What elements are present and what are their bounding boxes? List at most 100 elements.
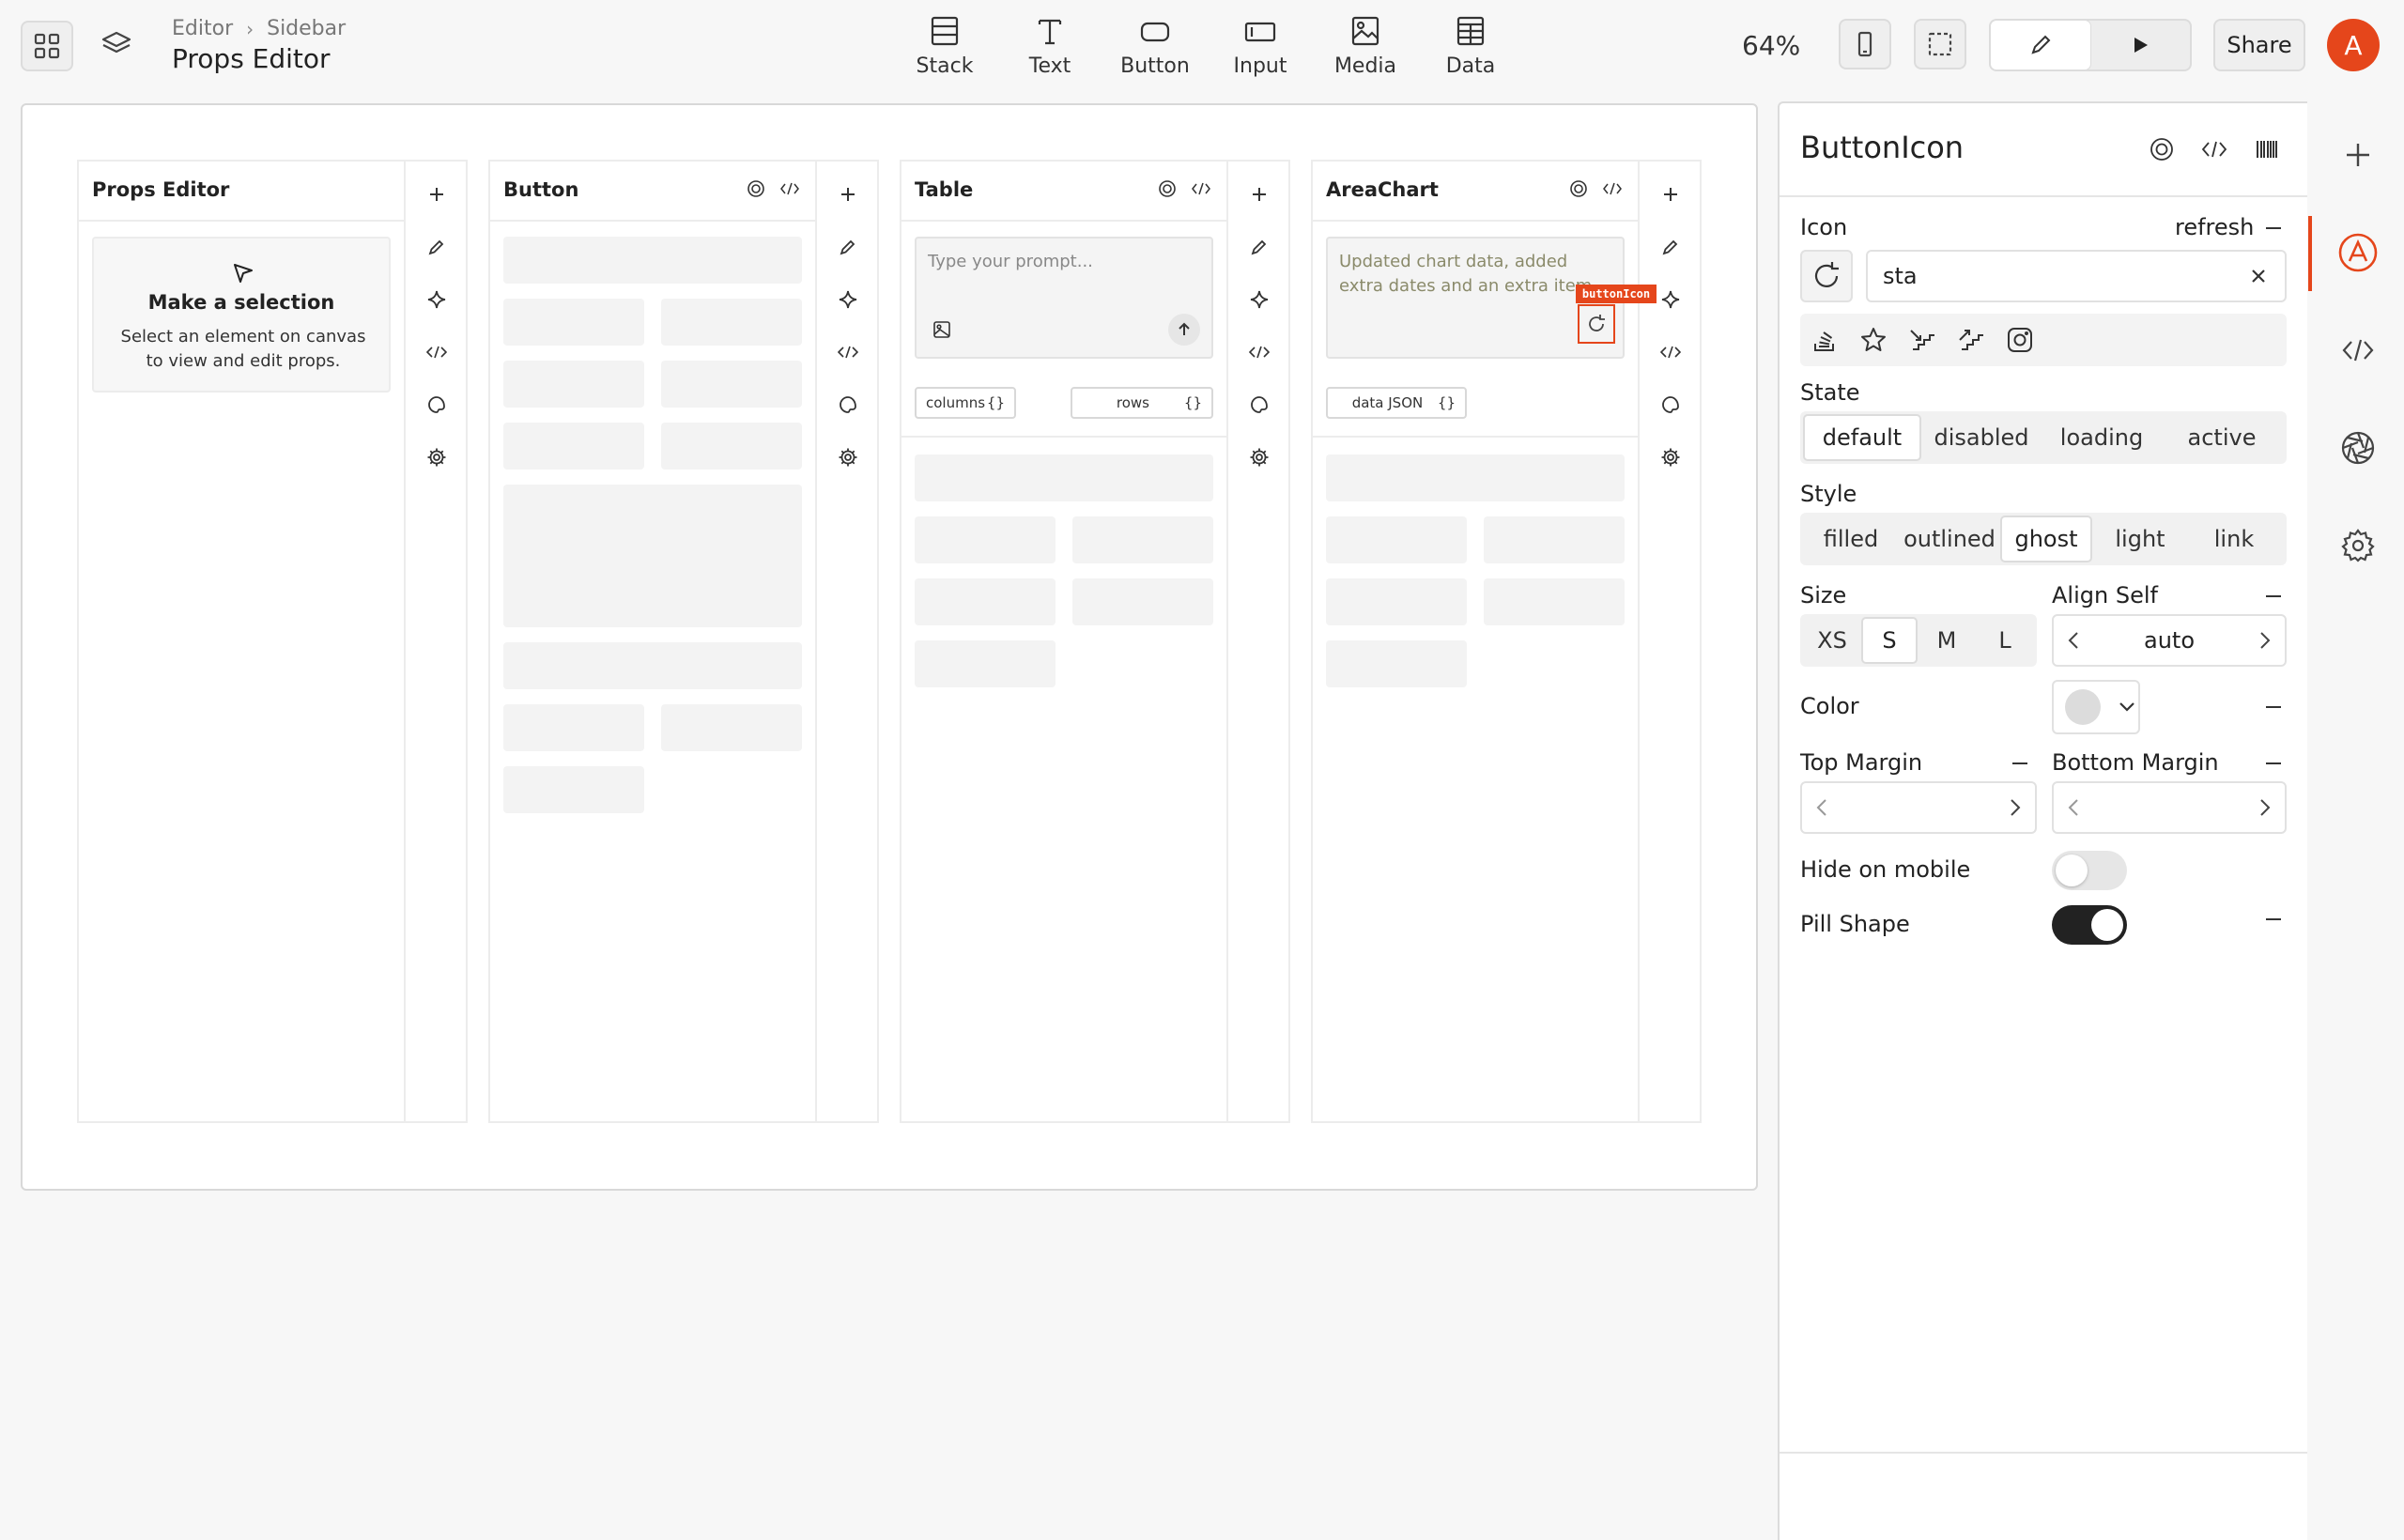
breadcrumb-item[interactable]: Editor (172, 17, 233, 40)
theme-button[interactable] (1245, 391, 1273, 419)
reset-icon-prop-button[interactable] (2266, 227, 2281, 229)
theme-button[interactable] (1657, 391, 1685, 419)
apps-grid-button[interactable] (21, 21, 73, 71)
panel-button[interactable]: Button (488, 160, 879, 1123)
style-option-filled[interactable]: filled (1803, 516, 1899, 562)
state-option-loading[interactable]: loading (2042, 414, 2162, 461)
tool-data[interactable]: Data (1418, 13, 1523, 78)
code-button[interactable] (834, 338, 862, 366)
code-icon[interactable] (2200, 135, 2228, 163)
theme-button[interactable] (834, 391, 862, 419)
edit-button[interactable] (423, 233, 451, 261)
avatar[interactable]: A (2327, 19, 2380, 71)
layers-button[interactable] (98, 26, 135, 64)
code-icon[interactable] (1602, 178, 1623, 199)
code-button[interactable] (1245, 338, 1273, 366)
stairs-down-icon[interactable] (1907, 325, 1937, 355)
settings-button[interactable] (1245, 443, 1273, 471)
reset-top-margin-button[interactable] (2012, 762, 2027, 764)
code-icon[interactable] (1191, 178, 1211, 199)
theme-toggle-icon[interactable] (746, 178, 766, 199)
add-button[interactable] (423, 180, 451, 208)
add-button[interactable] (1245, 180, 1273, 208)
props-panel-button[interactable] (2336, 231, 2380, 274)
edit-button[interactable] (834, 233, 862, 261)
chevron-right-icon[interactable] (2009, 797, 2022, 818)
stack-overflow-icon[interactable] (1810, 325, 1840, 355)
state-option-disabled[interactable]: disabled (1921, 414, 2042, 461)
clear-search-icon[interactable] (2249, 267, 2268, 285)
prop-chip-data-json[interactable]: data JSON {} (1326, 387, 1467, 419)
theme-panel-button[interactable] (2336, 426, 2380, 470)
style-option-ghost[interactable]: ghost (2000, 516, 2092, 562)
code-panel-button[interactable] (2336, 329, 2380, 372)
ai-sparkle-button[interactable] (834, 285, 862, 314)
share-button[interactable]: Share (2213, 19, 2305, 71)
reset-align-self-button[interactable] (2266, 595, 2281, 597)
settings-button[interactable] (834, 443, 862, 471)
ai-prompt-input[interactable]: Type your prompt... (915, 237, 1213, 359)
device-preview-button[interactable] (1839, 19, 1891, 69)
size-option-s[interactable]: S (1861, 617, 1918, 664)
tool-stack[interactable]: Stack (892, 13, 997, 78)
tool-input[interactable]: Input (1208, 13, 1313, 78)
image-attach-icon[interactable] (932, 319, 952, 340)
canvas[interactable]: Props Editor Make a selection Select an … (21, 103, 1758, 1191)
settings-button[interactable] (1657, 443, 1685, 471)
ai-sparkle-button[interactable] (1657, 285, 1685, 314)
style-option-light[interactable]: light (2092, 516, 2188, 562)
breadcrumb-item[interactable]: Sidebar (267, 17, 346, 40)
edit-button[interactable] (1245, 233, 1273, 261)
selected-button-icon[interactable] (1578, 304, 1615, 344)
state-option-default[interactable]: default (1803, 414, 1921, 461)
chevron-right-icon[interactable] (2258, 630, 2272, 651)
barcode-icon[interactable] (2253, 135, 2281, 163)
style-option-link[interactable]: link (2188, 516, 2280, 562)
reset-color-button[interactable] (2266, 706, 2281, 708)
state-option-active[interactable]: active (2162, 414, 2282, 461)
icon-preview-button[interactable] (1800, 250, 1853, 302)
select-area-button[interactable] (1914, 19, 1966, 69)
tool-button[interactable]: Button (1102, 13, 1208, 78)
chevron-left-icon[interactable] (2067, 797, 2080, 818)
hide-on-mobile-toggle[interactable] (2052, 851, 2127, 890)
play-mode-button[interactable] (2090, 21, 2190, 69)
edit-button[interactable] (1657, 233, 1685, 261)
prop-chip-columns[interactable]: columns {} (915, 387, 1016, 419)
reset-bottom-margin-button[interactable] (2266, 762, 2281, 764)
size-option-xs[interactable]: XS (1803, 617, 1861, 664)
theme-toggle-icon[interactable] (1157, 178, 1178, 199)
star-icon[interactable] (1858, 325, 1888, 355)
theme-toggle-icon[interactable] (2148, 135, 2176, 163)
code-icon[interactable] (779, 178, 800, 199)
chevron-left-icon[interactable] (2067, 630, 2080, 651)
theme-toggle-icon[interactable] (1568, 178, 1589, 199)
chevron-left-icon[interactable] (1815, 797, 1828, 818)
code-button[interactable] (423, 338, 451, 366)
prop-chip-rows[interactable]: rows {} (1071, 387, 1213, 419)
panel-areachart[interactable]: AreaChart Updated chart data, added extr… (1311, 160, 1702, 1123)
style-option-outlined[interactable]: outlined (1899, 516, 2000, 562)
edit-mode-button[interactable] (1991, 21, 2090, 69)
settings-panel-button[interactable] (2336, 524, 2380, 567)
theme-button[interactable] (423, 391, 451, 419)
add-button[interactable] (1657, 180, 1685, 208)
ai-sparkle-button[interactable] (423, 285, 451, 314)
tool-text[interactable]: Text (997, 13, 1102, 78)
icon-search-input[interactable]: sta (1866, 250, 2287, 302)
add-button[interactable] (834, 180, 862, 208)
size-option-l[interactable]: L (1976, 617, 2034, 664)
ai-sparkle-button[interactable] (1245, 285, 1273, 314)
send-prompt-button[interactable] (1168, 314, 1200, 346)
chevron-right-icon[interactable] (2258, 797, 2272, 818)
pill-shape-toggle[interactable] (2052, 905, 2127, 945)
add-component-button[interactable] (2336, 133, 2380, 177)
zoom-level[interactable]: 64% (1742, 30, 1800, 61)
reset-pill-shape-button[interactable] (2266, 918, 2281, 920)
instagram-icon[interactable] (2005, 325, 2035, 355)
tool-media[interactable]: Media (1313, 13, 1418, 78)
code-button[interactable] (1657, 338, 1685, 366)
size-option-m[interactable]: M (1918, 617, 1976, 664)
color-picker-button[interactable] (2052, 680, 2140, 734)
panel-props-editor[interactable]: Props Editor Make a selection Select an … (77, 160, 468, 1123)
